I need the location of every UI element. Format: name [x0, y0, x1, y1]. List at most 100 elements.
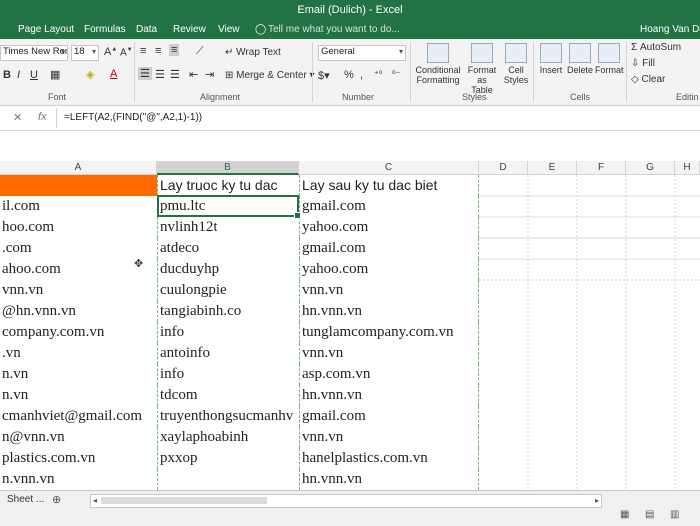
- cell-a[interactable]: .vn: [0, 343, 157, 364]
- cell-c[interactable]: tunglamcompany.com.vn: [299, 322, 479, 343]
- cell-c[interactable]: asp.com.vn: [299, 364, 479, 385]
- normal-view-icon[interactable]: ▦: [620, 509, 629, 520]
- orientation-icon[interactable]: ⟋: [196, 45, 204, 58]
- cell-c[interactable]: yahoo.com: [299, 259, 479, 280]
- cell-a[interactable]: [0, 175, 157, 196]
- cell-c[interactable]: Lay sau ky tu dac biet: [299, 175, 479, 196]
- accounting-format-icon[interactable]: $▾: [318, 69, 330, 82]
- align-middle-icon[interactable]: ≡: [155, 45, 161, 57]
- cell-c[interactable]: yahoo.com: [299, 217, 479, 238]
- comma-style-icon[interactable]: ,: [360, 69, 363, 81]
- cell-a[interactable]: n.vn: [0, 364, 157, 385]
- cell-a[interactable]: plastics.com.vn: [0, 448, 157, 469]
- align-top-icon[interactable]: ≡: [140, 45, 146, 57]
- cell-a[interactable]: company.com.vn: [0, 322, 157, 343]
- cell-styles-button[interactable]: Cell Styles: [502, 43, 530, 85]
- sheet-tab[interactable]: Sheet ...: [7, 494, 44, 505]
- tab-view[interactable]: View: [218, 24, 240, 35]
- clear-button[interactable]: ◇ Clear: [631, 74, 665, 85]
- column-header-g[interactable]: G: [626, 161, 675, 175]
- cancel-icon[interactable]: ✕: [13, 111, 22, 124]
- font-color-icon[interactable]: A: [110, 68, 117, 80]
- cell-c[interactable]: hn.vnn.vn: [299, 301, 479, 322]
- column-header-f[interactable]: F: [577, 161, 626, 175]
- cell-a[interactable]: n@vnn.vn: [0, 427, 157, 448]
- align-bottom-icon[interactable]: ≡: [169, 44, 180, 56]
- cell-c[interactable]: gmail.com: [299, 406, 479, 427]
- cell-a[interactable]: n.vnn.vn: [0, 469, 157, 490]
- fill-button[interactable]: ⇩ Fill: [631, 58, 655, 69]
- fill-handle[interactable]: [294, 212, 301, 219]
- conditional-formatting-button[interactable]: Conditional Formatting: [414, 43, 462, 85]
- cell-b[interactable]: tangiabinh.co: [157, 301, 299, 322]
- cell-c[interactable]: hanelplastics.com.vn: [299, 448, 479, 469]
- cell-a[interactable]: @hn.vnn.vn: [0, 301, 157, 322]
- cell-a[interactable]: .com: [0, 238, 157, 259]
- tell-me-box[interactable]: Tell me what you want to do...: [268, 24, 400, 35]
- cell-c[interactable]: vnn.vn: [299, 280, 479, 301]
- cell-b[interactable]: atdeco: [157, 238, 299, 259]
- merge-center-button[interactable]: ⊞ Merge & Center ▾: [225, 70, 315, 81]
- column-header-a[interactable]: A: [0, 161, 157, 175]
- shrink-font-icon[interactable]: A▼: [120, 47, 133, 58]
- cell-c[interactable]: hn.vnn.vn: [299, 469, 479, 490]
- align-left-icon[interactable]: ☰: [138, 67, 152, 80]
- cell-c[interactable]: vnn.vn: [299, 427, 479, 448]
- cell-c[interactable]: gmail.com: [299, 196, 479, 217]
- wrap-text-button[interactable]: ↵ Wrap Text: [225, 47, 281, 58]
- horizontal-scrollbar[interactable]: ◂ ▸: [90, 494, 602, 508]
- format-as-table-button[interactable]: Format as Table: [463, 43, 501, 95]
- tab-formulas[interactable]: Formulas: [84, 24, 126, 35]
- cell-a[interactable]: n.vn: [0, 385, 157, 406]
- cell-b[interactable]: nvlinh12t: [157, 217, 299, 238]
- column-header-c[interactable]: C: [299, 161, 479, 175]
- cell-b[interactable]: cuulongpie: [157, 280, 299, 301]
- tab-page-layout[interactable]: Page Layout: [18, 24, 74, 35]
- page-layout-view-icon[interactable]: ▤: [645, 509, 654, 520]
- align-center-icon[interactable]: ☰: [155, 68, 165, 81]
- cell-b[interactable]: pxxop: [157, 448, 299, 469]
- cell-b[interactable]: info: [157, 364, 299, 385]
- tab-review[interactable]: Review: [173, 24, 206, 35]
- cell-c[interactable]: gmail.com: [299, 238, 479, 259]
- scrollbar-thumb[interactable]: [101, 497, 267, 504]
- font-name-dropdown[interactable]: Times New Roma▾: [0, 45, 68, 61]
- increase-decimal-icon[interactable]: ⁺⁰: [374, 69, 382, 80]
- scroll-left-icon[interactable]: ◂: [93, 496, 97, 505]
- decrease-decimal-icon[interactable]: ⁰⁻: [392, 69, 400, 80]
- page-break-view-icon[interactable]: ▥: [670, 509, 679, 520]
- user-name[interactable]: Hoang Van Dung: [640, 24, 700, 35]
- fx-icon[interactable]: fx: [38, 111, 47, 123]
- cell-a[interactable]: vnn.vn: [0, 280, 157, 301]
- column-header-b[interactable]: B: [157, 161, 299, 175]
- font-size-dropdown[interactable]: 18 ▾: [71, 45, 99, 61]
- cell-b[interactable]: truyenthongsucmanhv: [157, 406, 299, 427]
- bold-icon[interactable]: B: [3, 69, 11, 81]
- cell-b[interactable]: info: [157, 322, 299, 343]
- increase-indent-icon[interactable]: ⇥: [205, 68, 214, 81]
- tab-data[interactable]: Data: [136, 24, 157, 35]
- format-button[interactable]: Format: [595, 43, 624, 75]
- scroll-right-icon[interactable]: ▸: [595, 496, 599, 505]
- decrease-indent-icon[interactable]: ⇤: [189, 68, 198, 81]
- cell-b[interactable]: tdcom: [157, 385, 299, 406]
- column-header-h[interactable]: H: [675, 161, 700, 175]
- fill-color-icon[interactable]: ◈: [86, 68, 94, 81]
- cell-a[interactable]: hoo.com: [0, 217, 157, 238]
- cell-a[interactable]: il.com: [0, 196, 157, 217]
- add-sheet-icon[interactable]: ⊕: [52, 493, 61, 506]
- cell-b[interactable]: antoinfo: [157, 343, 299, 364]
- column-header-e[interactable]: E: [528, 161, 577, 175]
- autosum-button[interactable]: Σ AutoSum: [631, 42, 681, 53]
- grow-font-icon[interactable]: A▲: [104, 46, 117, 58]
- cell-a[interactable]: cmanhviet@gmail.com: [0, 406, 157, 427]
- percent-icon[interactable]: %: [344, 69, 354, 81]
- italic-icon[interactable]: I: [17, 69, 20, 81]
- cell-b[interactable]: ducduyhp: [157, 259, 299, 280]
- cell-b[interactable]: xaylaphoabinh: [157, 427, 299, 448]
- number-format-dropdown[interactable]: General ▾: [318, 45, 406, 61]
- borders-icon[interactable]: ▦: [50, 68, 60, 81]
- cell-b[interactable]: [157, 469, 299, 490]
- delete-button[interactable]: Delete: [566, 43, 594, 75]
- formula-input[interactable]: =LEFT(A2,(FIND("@",A2,1)-1)): [64, 112, 202, 123]
